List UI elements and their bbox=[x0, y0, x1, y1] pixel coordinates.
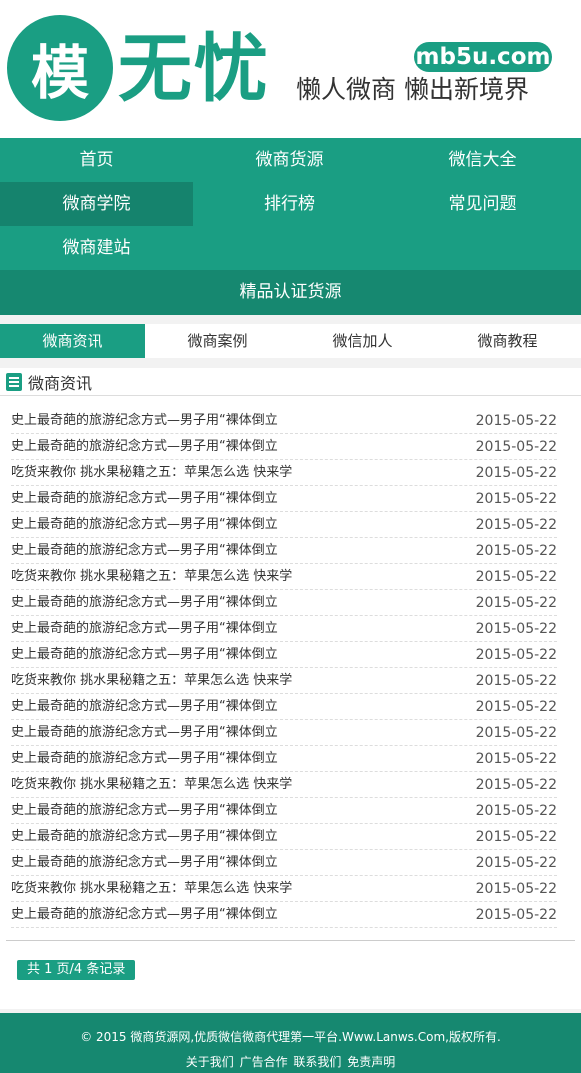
site-header: 模 无忧 mb5u.com 懒人微商 懒出新境界 bbox=[0, 0, 581, 138]
nav-home[interactable]: 首页 bbox=[0, 138, 193, 182]
news-date: 2015-05-22 bbox=[475, 543, 557, 559]
news-date: 2015-05-22 bbox=[475, 699, 557, 715]
list-item[interactable]: 史上最奇葩的旅游纪念方式—男子用“裸体倒立 2015-05-22 bbox=[11, 824, 557, 850]
list-item[interactable]: 史上最奇葩的旅游纪念方式—男子用“裸体倒立 2015-05-22 bbox=[11, 642, 557, 668]
news-title[interactable]: 史上最奇葩的旅游纪念方式—男子用“裸体倒立 bbox=[11, 902, 278, 927]
news-title[interactable]: 史上最奇葩的旅游纪念方式—男子用“裸体倒立 bbox=[11, 824, 278, 849]
news-date: 2015-05-22 bbox=[475, 725, 557, 741]
footer-links: 关于我们 广告合作 联系我们 免责声明 bbox=[0, 1054, 581, 1070]
news-date: 2015-05-22 bbox=[475, 595, 557, 611]
news-title[interactable]: 吃货来教你 挑水果秘籍之五：苹果怎么选 快来学 bbox=[11, 772, 292, 797]
news-date: 2015-05-22 bbox=[475, 751, 557, 767]
tab-add-followers[interactable]: 微信加人 bbox=[290, 324, 435, 358]
list-item[interactable]: 吃货来教你 挑水果秘籍之五：苹果怎么选 快来学 2015-05-22 bbox=[11, 876, 557, 902]
tab-tutorials[interactable]: 微商教程 bbox=[435, 324, 580, 358]
domain-badge: mb5u.com bbox=[414, 42, 552, 72]
nav-wechat-academy[interactable]: 微商学院 bbox=[0, 182, 193, 226]
main-nav: 首页 微商货源 微信大全 微商学院 排行榜 常见问题 微商建站 精品认证货源 bbox=[0, 138, 581, 315]
news-title[interactable]: 史上最奇葩的旅游纪念方式—男子用“裸体倒立 bbox=[11, 798, 278, 823]
news-date: 2015-05-22 bbox=[475, 777, 557, 793]
news-title[interactable]: 史上最奇葩的旅游纪念方式—男子用“裸体倒立 bbox=[11, 408, 278, 433]
nav-faq[interactable]: 常见问题 bbox=[386, 182, 579, 226]
nav-wechat-directory[interactable]: 微信大全 bbox=[386, 138, 579, 182]
list-item[interactable]: 史上最奇葩的旅游纪念方式—男子用“裸体倒立 2015-05-22 bbox=[11, 850, 557, 876]
news-title[interactable]: 史上最奇葩的旅游纪念方式—男子用“裸体倒立 bbox=[11, 642, 278, 667]
logo-mark[interactable]: 模 bbox=[7, 15, 113, 121]
news-title[interactable]: 史上最奇葩的旅游纪念方式—男子用“裸体倒立 bbox=[11, 590, 278, 615]
list-item[interactable]: 史上最奇葩的旅游纪念方式—男子用“裸体倒立 2015-05-22 bbox=[11, 538, 557, 564]
news-title[interactable]: 史上最奇葩的旅游纪念方式—男子用“裸体倒立 bbox=[11, 538, 278, 563]
tab-cases[interactable]: 微商案例 bbox=[145, 324, 290, 358]
news-title[interactable]: 史上最奇葩的旅游纪念方式—男子用“裸体倒立 bbox=[11, 850, 278, 875]
news-date: 2015-05-22 bbox=[475, 881, 557, 897]
news-date: 2015-05-22 bbox=[475, 855, 557, 871]
footer-link-about[interactable]: 关于我们 bbox=[186, 1055, 234, 1069]
tab-news[interactable]: 微商资讯 bbox=[0, 324, 145, 358]
news-date: 2015-05-22 bbox=[475, 465, 557, 481]
panel-title: 微商资讯 bbox=[28, 373, 93, 393]
news-date: 2015-05-22 bbox=[475, 569, 557, 585]
list-item[interactable]: 史上最奇葩的旅游纪念方式—男子用“裸体倒立 2015-05-22 bbox=[11, 798, 557, 824]
pager-info: 共 1 页/4 条记录 bbox=[17, 960, 136, 980]
news-title[interactable]: 史上最奇葩的旅游纪念方式—男子用“裸体倒立 bbox=[11, 512, 278, 537]
list-item[interactable]: 史上最奇葩的旅游纪念方式—男子用“裸体倒立 2015-05-22 bbox=[11, 590, 557, 616]
list-item[interactable]: 史上最奇葩的旅游纪念方式—男子用“裸体倒立 2015-05-22 bbox=[11, 486, 557, 512]
nav-ranking[interactable]: 排行榜 bbox=[193, 182, 386, 226]
news-date: 2015-05-22 bbox=[475, 413, 557, 429]
news-title[interactable]: 吃货来教你 挑水果秘籍之五：苹果怎么选 快来学 bbox=[11, 564, 292, 589]
nav-wechat-goods[interactable]: 微商货源 bbox=[193, 138, 386, 182]
list-item[interactable]: 史上最奇葩的旅游纪念方式—男子用“裸体倒立 2015-05-22 bbox=[11, 408, 557, 434]
news-title[interactable]: 史上最奇葩的旅游纪念方式—男子用“裸体倒立 bbox=[11, 746, 278, 771]
copyright-text: © 2015 微商货源网,优质微信微商代理第一平台.Www.Lanws.Com,… bbox=[80, 1030, 501, 1044]
nav-certified-goods[interactable]: 精品认证货源 bbox=[0, 270, 581, 315]
footer-link-contact[interactable]: 联系我们 bbox=[293, 1055, 341, 1069]
footer-link-disclaimer[interactable]: 免责声明 bbox=[347, 1055, 395, 1069]
list-item[interactable]: 史上最奇葩的旅游纪念方式—男子用“裸体倒立 2015-05-22 bbox=[11, 434, 557, 460]
list-item[interactable]: 史上最奇葩的旅游纪念方式—男子用“裸体倒立 2015-05-22 bbox=[11, 694, 557, 720]
news-panel: 微商资讯 史上最奇葩的旅游纪念方式—男子用“裸体倒立 2015-05-22 史上最奇… bbox=[0, 368, 581, 1009]
news-title[interactable]: 吃货来教你 挑水果秘籍之五：苹果怎么选 快来学 bbox=[11, 668, 292, 693]
news-title[interactable]: 史上最奇葩的旅游纪念方式—男子用“裸体倒立 bbox=[11, 720, 278, 745]
list-item[interactable]: 吃货来教你 挑水果秘籍之五：苹果怎么选 快来学 2015-05-22 bbox=[11, 460, 557, 486]
list-item[interactable]: 史上最奇葩的旅游纪念方式—男子用“裸体倒立 2015-05-22 bbox=[11, 512, 557, 538]
news-list: 史上最奇葩的旅游纪念方式—男子用“裸体倒立 2015-05-22 史上最奇葩的旅游纪… bbox=[11, 408, 557, 928]
content-tabs: 微商资讯 微商案例 微信加人 微商教程 bbox=[0, 324, 581, 358]
news-date: 2015-05-22 bbox=[475, 647, 557, 663]
list-item[interactable]: 史上最奇葩的旅游纪念方式—男子用“裸体倒立 2015-05-22 bbox=[11, 902, 557, 928]
news-date: 2015-05-22 bbox=[475, 907, 557, 923]
list-item[interactable]: 史上最奇葩的旅游纪念方式—男子用“裸体倒立 2015-05-22 bbox=[11, 746, 557, 772]
divider bbox=[6, 940, 575, 941]
news-date: 2015-05-22 bbox=[475, 829, 557, 845]
nav-site-builder[interactable]: 微商建站 bbox=[0, 226, 193, 270]
news-title[interactable]: 史上最奇葩的旅游纪念方式—男子用“裸体倒立 bbox=[11, 616, 278, 641]
news-title[interactable]: 史上最奇葩的旅游纪念方式—男子用“裸体倒立 bbox=[11, 694, 278, 719]
slogan: 懒人微商 懒出新境界 bbox=[296, 75, 529, 104]
news-date: 2015-05-22 bbox=[475, 673, 557, 689]
news-title[interactable]: 史上最奇葩的旅游纪念方式—男子用“裸体倒立 bbox=[11, 486, 278, 511]
news-title[interactable]: 史上最奇葩的旅游纪念方式—男子用“裸体倒立 bbox=[11, 434, 278, 459]
footer-link-ads[interactable]: 广告合作 bbox=[240, 1055, 288, 1069]
news-title[interactable]: 吃货来教你 挑水果秘籍之五：苹果怎么选 快来学 bbox=[11, 876, 292, 901]
news-date: 2015-05-22 bbox=[475, 517, 557, 533]
list-item[interactable]: 吃货来教你 挑水果秘籍之五：苹果怎么选 快来学 2015-05-22 bbox=[11, 772, 557, 798]
news-date: 2015-05-22 bbox=[475, 491, 557, 507]
list-item[interactable]: 史上最奇葩的旅游纪念方式—男子用“裸体倒立 2015-05-22 bbox=[11, 616, 557, 642]
document-icon bbox=[6, 372, 22, 391]
logo-text[interactable]: 无忧 bbox=[118, 25, 270, 113]
news-date: 2015-05-22 bbox=[475, 803, 557, 819]
list-item[interactable]: 吃货来教你 挑水果秘籍之五：苹果怎么选 快来学 2015-05-22 bbox=[11, 564, 557, 590]
news-date: 2015-05-22 bbox=[475, 439, 557, 455]
list-item[interactable]: 史上最奇葩的旅游纪念方式—男子用“裸体倒立 2015-05-22 bbox=[11, 720, 557, 746]
news-title[interactable]: 吃货来教你 挑水果秘籍之五：苹果怎么选 快来学 bbox=[11, 460, 292, 485]
panel-header: 微商资讯 bbox=[0, 368, 581, 396]
site-footer: © 2015 微商货源网,优质微信微商代理第一平台.Www.Lanws.Com,… bbox=[0, 1013, 581, 1073]
news-date: 2015-05-22 bbox=[475, 621, 557, 637]
list-item[interactable]: 吃货来教你 挑水果秘籍之五：苹果怎么选 快来学 2015-05-22 bbox=[11, 668, 557, 694]
